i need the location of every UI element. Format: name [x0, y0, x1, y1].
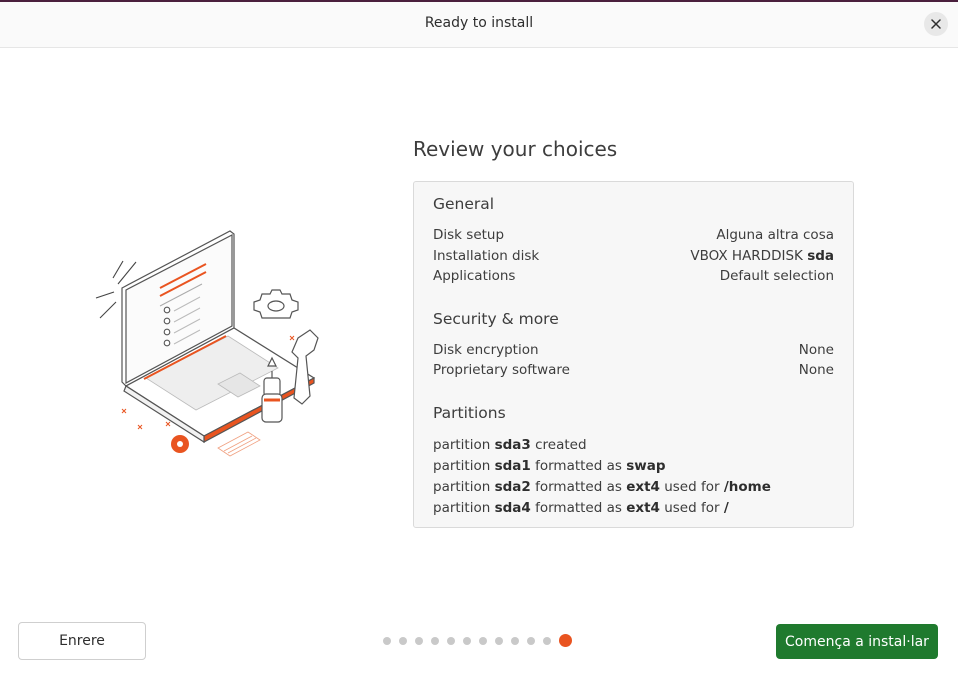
hatched-pad [217, 431, 261, 457]
partition-line: partition sda2 formatted as ext4 used fo… [433, 479, 771, 495]
step-dot-active [559, 634, 572, 647]
step-dot [399, 637, 407, 645]
step-dot [463, 637, 471, 645]
step-dot [511, 637, 519, 645]
partition-line: partition sda4 formatted as ext4 used fo… [433, 500, 729, 516]
page-heading: Review your choices [413, 137, 618, 161]
row-value: None [798, 362, 834, 378]
window-title: Ready to install [424, 15, 534, 31]
disk-model: VBOX HARDDISK [690, 248, 803, 264]
summary-panel: General Disk setup Alguna altra cosa Ins… [413, 181, 854, 528]
applications-row: Applications Default selection [433, 268, 834, 288]
step-dot [543, 637, 551, 645]
step-dot [431, 637, 439, 645]
small-gear-icon [171, 435, 189, 453]
proprietary-software-row: Proprietary software None [433, 362, 834, 382]
row-label: Disk setup [433, 227, 505, 243]
step-dot [383, 637, 391, 645]
gear-icon [253, 289, 299, 319]
close-icon [931, 19, 941, 29]
title-bar: Ready to install [0, 2, 958, 48]
row-label: Disk encryption [433, 342, 539, 358]
installation-disk-row: Installation disk VBOX HARDDISK sda [433, 248, 834, 268]
step-dot [447, 637, 455, 645]
back-button[interactable]: Enrere [18, 622, 146, 660]
row-value: VBOX HARDDISK sda [690, 248, 834, 264]
row-label: Proprietary software [433, 362, 570, 378]
partition-line: partition sda3 created [433, 437, 587, 453]
row-value: None [798, 342, 834, 358]
security-section-title: Security & more [433, 310, 559, 328]
disk-device: sda [807, 248, 834, 264]
row-label: Installation disk [433, 248, 540, 264]
partitions-section-title: Partitions [433, 404, 506, 422]
install-button[interactable]: Comença a instal·lar [776, 624, 938, 659]
step-dot [495, 637, 503, 645]
close-button[interactable] [924, 12, 948, 36]
step-dot [527, 637, 535, 645]
disk-setup-row: Disk setup Alguna altra cosa [433, 227, 834, 247]
general-section-title: General [433, 195, 495, 213]
row-label: Applications [433, 268, 516, 284]
installer-illustration [95, 230, 319, 457]
step-dot [479, 637, 487, 645]
row-value: Default selection [719, 268, 834, 284]
disk-encryption-row: Disk encryption None [433, 342, 834, 362]
step-dot [415, 637, 423, 645]
partition-line: partition sda1 formatted as swap [433, 458, 666, 474]
row-value: Alguna altra cosa [716, 227, 834, 243]
